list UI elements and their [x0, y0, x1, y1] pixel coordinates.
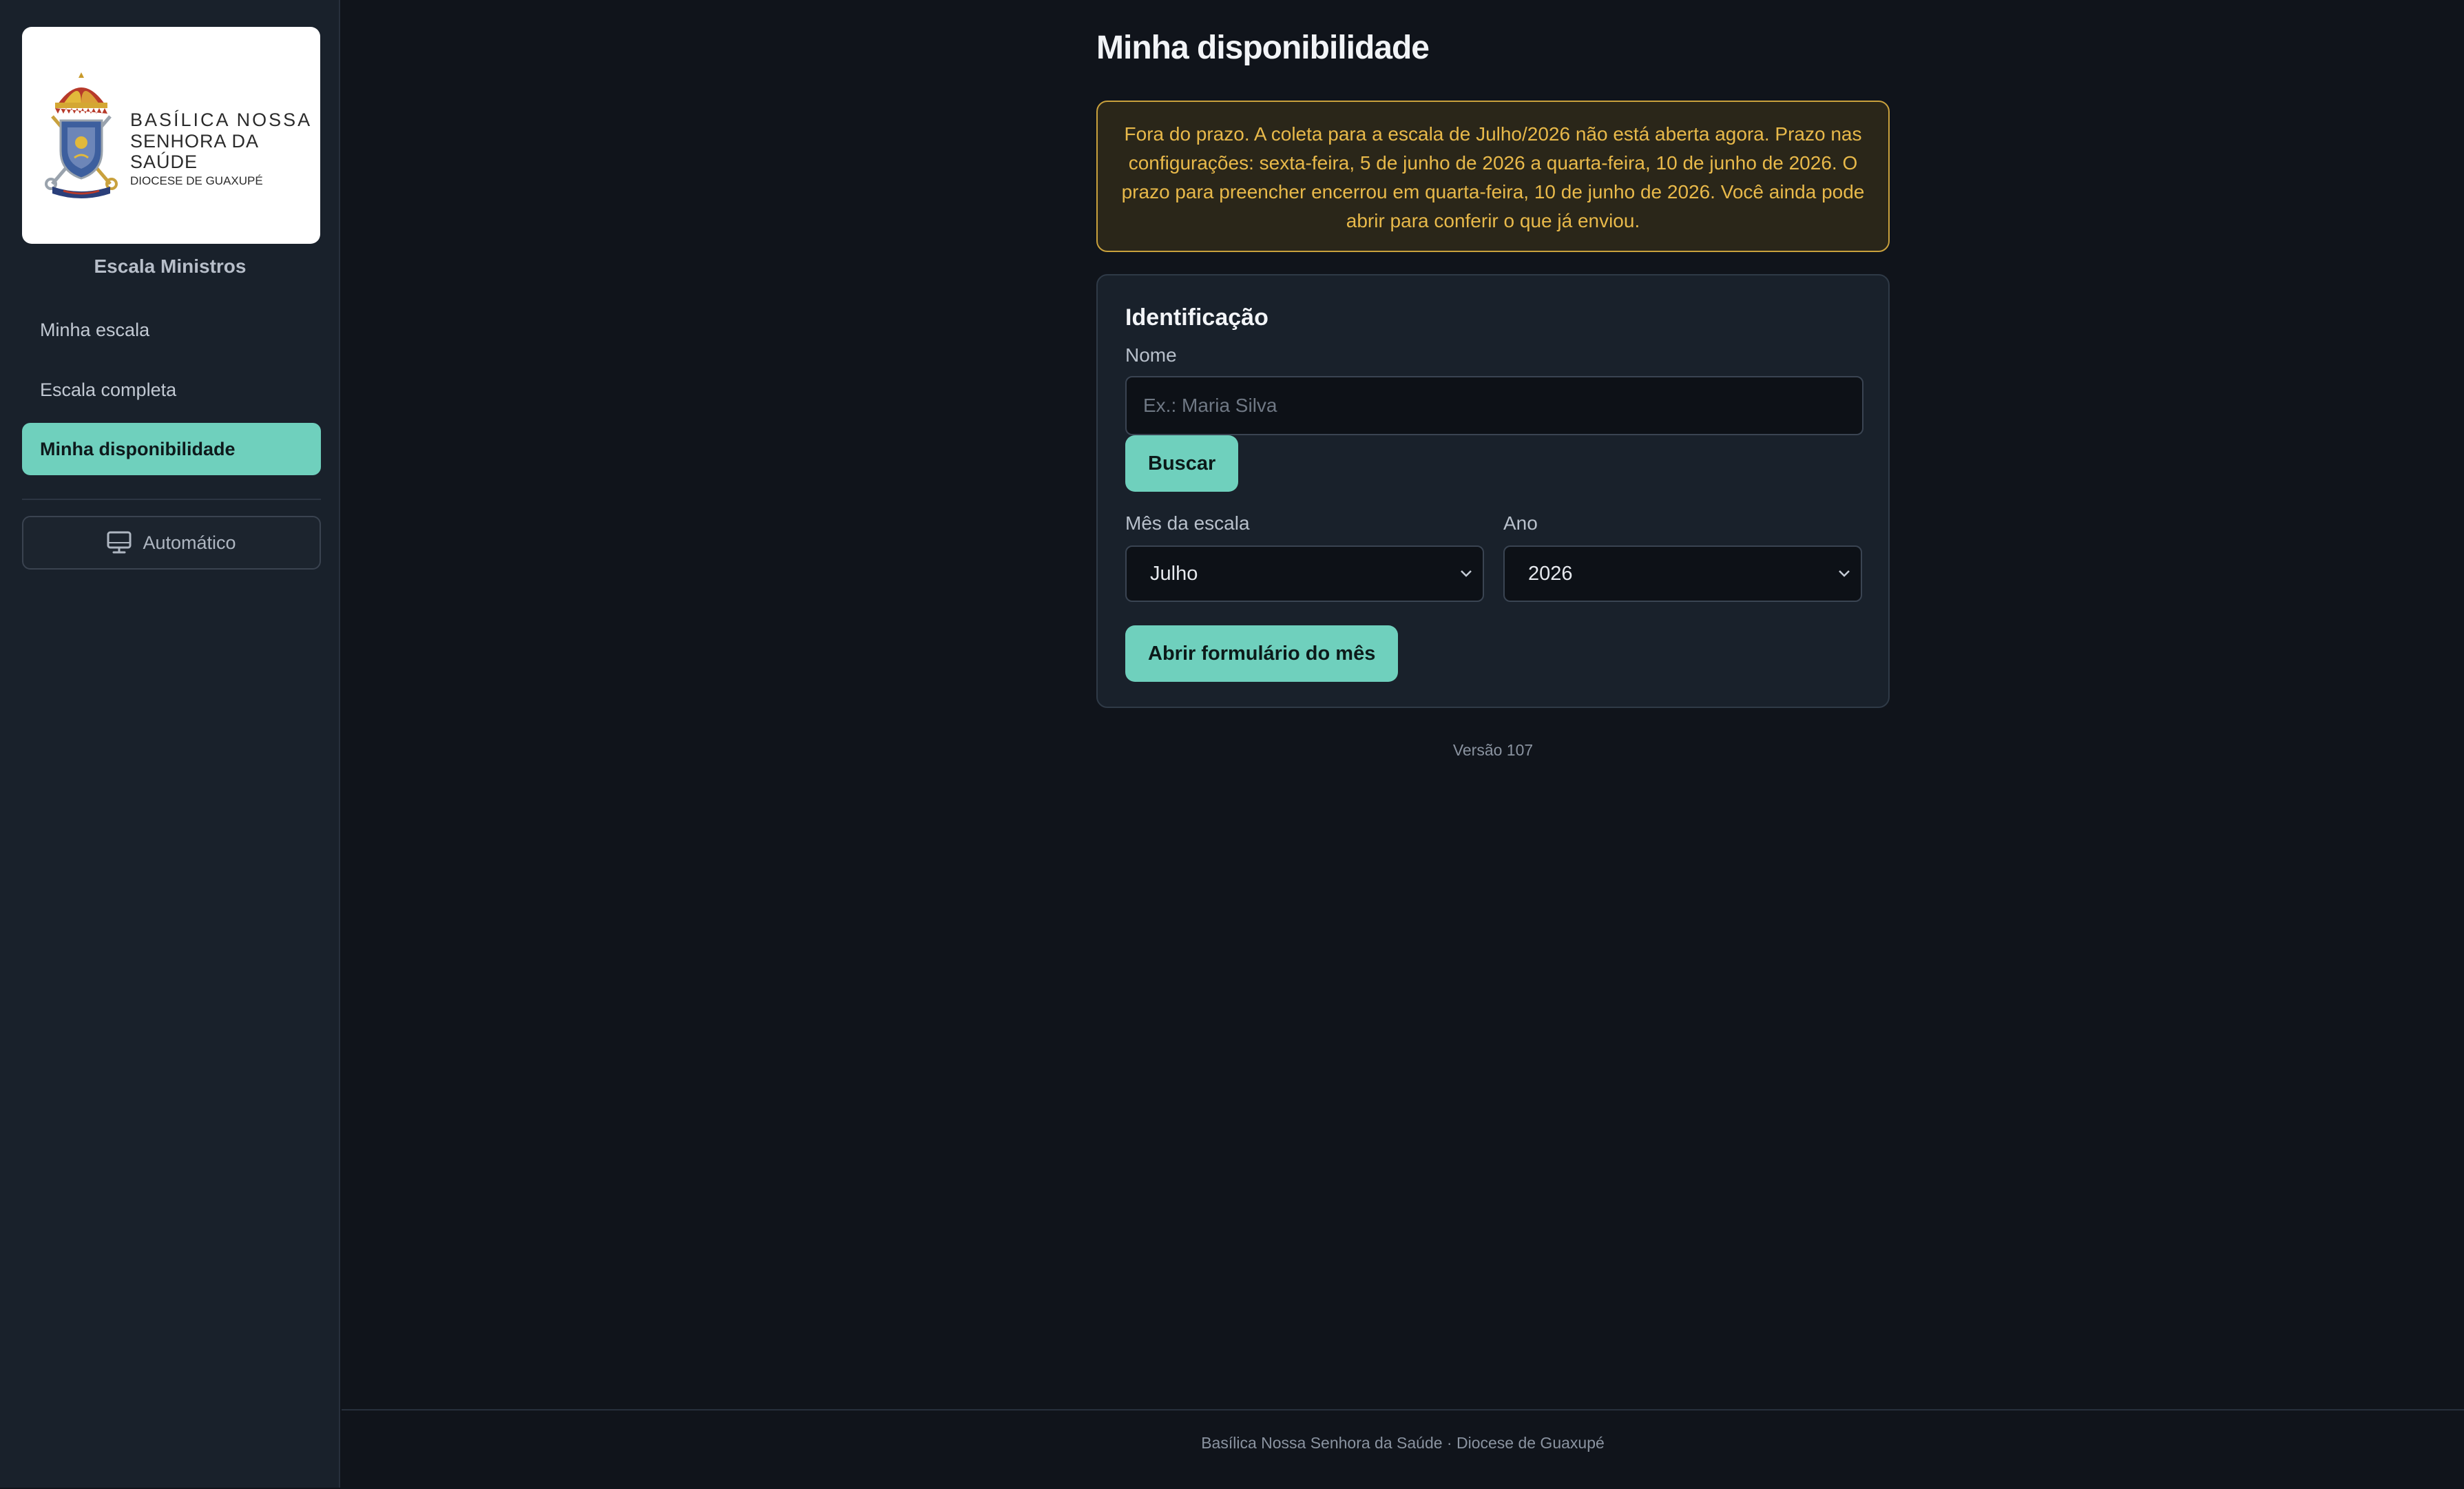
- year-selected-value: 2026: [1528, 562, 1573, 585]
- sidebar-item-escala-completa[interactable]: Escala completa: [22, 364, 321, 416]
- sidebar-item-minha-escala[interactable]: Minha escala: [22, 304, 321, 356]
- year-select[interactable]: 2026: [1503, 545, 1862, 602]
- sidebar-item-label: Minha disponibilidade: [40, 438, 236, 459]
- card-title: Identificação: [1125, 304, 1268, 331]
- coat-of-arms-icon: [45, 72, 118, 198]
- month-selected-value: Julho: [1150, 562, 1198, 585]
- sidebar: BASÍLICA NOSSA SENHORA DA SAÚDE DIOCESE …: [0, 0, 340, 1488]
- page-title: Minha disponibilidade: [1096, 30, 1430, 66]
- logo-line-3: DIOCESE DE GUAXUPÉ: [130, 174, 263, 187]
- monitor-icon: [107, 531, 132, 554]
- logo-line-2: SENHORA DA SAÚDE: [130, 131, 258, 172]
- search-button[interactable]: Buscar: [1125, 435, 1239, 492]
- theme-toggle-label: Automático: [143, 532, 236, 553]
- sidebar-divider: [22, 499, 321, 500]
- sidebar-item-label: Escala completa: [40, 379, 177, 400]
- parish-logo: BASÍLICA NOSSA SENHORA DA SAÚDE DIOCESE …: [22, 27, 320, 244]
- name-label: Nome: [1125, 344, 1177, 366]
- logo-line-1: BASÍLICA NOSSA: [130, 110, 313, 130]
- month-select[interactable]: Julho: [1125, 545, 1484, 602]
- identification-card: Identificação Nome Buscar Mês da escala …: [1096, 274, 1890, 708]
- theme-toggle-button[interactable]: Automático: [22, 516, 321, 570]
- deadline-warning-alert: Fora do prazo. A coleta para a escala de…: [1096, 101, 1890, 252]
- version-label: Versão 107: [1452, 741, 1534, 759]
- footer-text: Basílica Nossa Senhora da Saúde · Dioces…: [1201, 1434, 1605, 1452]
- logo-text: BASÍLICA NOSSA SENHORA DA SAÚDE DIOCESE …: [130, 109, 320, 190]
- footer: Basílica Nossa Senhora da Saúde · Dioces…: [342, 1409, 2464, 1489]
- chevron-down-icon: [1461, 570, 1472, 577]
- name-input[interactable]: [1125, 376, 1863, 435]
- chevron-down-icon: [1839, 570, 1850, 577]
- sidebar-item-label: Minha escala: [40, 319, 150, 340]
- month-label: Mês da escala: [1125, 512, 1250, 534]
- app-name: Escala Ministros: [94, 256, 247, 277]
- year-label: Ano: [1503, 512, 1538, 534]
- sidebar-item-minha-disponibilidade[interactable]: Minha disponibilidade: [22, 423, 321, 475]
- open-month-form-button[interactable]: Abrir formulário do mês: [1125, 625, 1399, 682]
